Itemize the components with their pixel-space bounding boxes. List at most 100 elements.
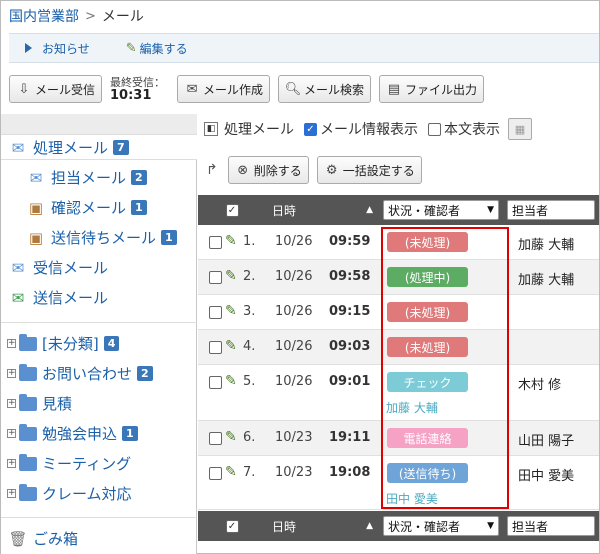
row-date: 10/23 <box>275 465 313 480</box>
row-time[interactable]: 09:58 <box>329 269 370 284</box>
sidebar-item-sent[interactable]: ✉ 送信メール <box>9 287 108 308</box>
row-date: 10/26 <box>275 234 313 249</box>
show-body-label[interactable]: 本文表示 <box>444 119 500 139</box>
assigned-label: 担当メール <box>51 169 127 187</box>
sidebar-folder-meeting[interactable]: + ミーティング <box>7 453 131 474</box>
sort-icon[interactable]: ▲ <box>366 205 373 215</box>
expand-icon[interactable]: + <box>7 459 16 468</box>
show-info-checkbox[interactable]: ✓ <box>304 122 317 136</box>
row-checkbox[interactable] <box>209 271 222 284</box>
row-time[interactable]: 19:08 <box>329 465 370 480</box>
assignee-footer-cell: 担当者 <box>503 516 599 536</box>
search-mail-button[interactable]: 🔍︎ メール検索 <box>278 75 372 103</box>
toolbar: ⇩ メール受信 最終受信： 10:31 ✉ メール作成 🔍︎ メール検索 ▤ フ… <box>9 74 485 104</box>
count-badge: 2 <box>137 366 153 381</box>
row-date: 10/26 <box>275 339 313 354</box>
status-badge[interactable]: (未処理) <box>387 232 468 252</box>
status-filter-select[interactable]: 状況・確認者 ▼ <box>383 200 499 220</box>
table-row[interactable]: ✎ 7. 10/23 19:08 (送信待ち) 田中 愛美 田中 愛美 <box>198 456 599 510</box>
row-number: 2. <box>243 269 256 284</box>
edit-icon[interactable]: ✎ <box>225 429 237 445</box>
edit-icon[interactable]: ✎ <box>225 233 237 249</box>
receive-label: メール受信 <box>35 82 96 97</box>
footer-check-cell: ✓ <box>198 519 266 533</box>
collapse-sidebar-icon[interactable]: ◧ <box>204 122 218 136</box>
assignee-filter-select[interactable]: 担当者 <box>507 516 595 536</box>
row-time[interactable]: 09:15 <box>329 304 370 319</box>
edit-icon[interactable]: ✎ <box>225 338 237 354</box>
chevron-right-icon: > <box>85 8 96 24</box>
table-row[interactable]: ✎ 2. 10/26 09:58 (処理中) 加藤 大輔 <box>198 260 599 295</box>
sidebar-item-assigned[interactable]: ✉ 担当メール 2 <box>27 167 147 188</box>
table-row[interactable]: ✎ 6. 10/23 19:11 電話連絡 山田 陽子 <box>198 421 599 456</box>
row-number: 7. <box>243 465 256 480</box>
status-badge[interactable]: (処理中) <box>387 267 468 287</box>
table-row[interactable]: ✎ 1. 10/26 09:59 (未処理) 加藤 大輔 <box>198 225 599 260</box>
row-time[interactable]: 09:01 <box>329 374 370 389</box>
row-checkbox[interactable] <box>209 341 222 354</box>
sent-label: 送信メール <box>33 289 109 307</box>
status-filter-select[interactable]: 状況・確認者 ▼ <box>383 516 499 536</box>
status-badge[interactable]: 電話連絡 <box>387 428 468 448</box>
row-checkbox[interactable] <box>209 236 222 249</box>
sidebar-item-trash[interactable]: 🗑︎ ごみ箱 <box>8 528 78 549</box>
expand-icon[interactable]: + <box>7 339 16 348</box>
sidebar-folder-seminar[interactable]: + 勉強会申込 1 <box>7 423 138 444</box>
sidebar-folder-quote[interactable]: + 見積 <box>7 393 72 414</box>
date-column-header[interactable]: 日時 ▲ <box>266 202 379 219</box>
expand-icon[interactable]: + <box>7 489 16 498</box>
row-checkbox[interactable] <box>209 306 222 319</box>
row-checkbox[interactable] <box>209 432 222 445</box>
sidebar-item-waiting[interactable]: ▣ 送信待ちメール 1 <box>27 227 177 248</box>
row-checkbox[interactable] <box>209 376 222 389</box>
show-body-checkbox[interactable] <box>428 122 441 136</box>
header-check-cell: ✓ <box>198 203 266 217</box>
row-time[interactable]: 19:11 <box>329 430 370 445</box>
show-info-label[interactable]: メール情報表示 <box>320 119 418 139</box>
row-number: 4. <box>243 339 256 354</box>
folder-icon <box>19 393 37 411</box>
sidebar-folder-complaint[interactable]: + クレーム対応 <box>7 483 132 504</box>
sidebar-item-confirm[interactable]: ▣ 確認メール 1 <box>27 197 147 218</box>
breadcrumb-root-link[interactable]: 国内営業部 <box>9 6 79 26</box>
expand-icon[interactable]: + <box>7 399 16 408</box>
compose-mail-button[interactable]: ✉ メール作成 <box>177 75 271 103</box>
table-row[interactable]: ✎ 4. 10/26 09:03 (未処理) <box>198 330 599 365</box>
select-all-checkbox[interactable]: ✓ <box>225 203 239 217</box>
assignee-header-cell: 担当者 <box>503 200 599 220</box>
status-badge[interactable]: (未処理) <box>387 302 468 322</box>
sidebar-folder-inquiry[interactable]: + お問い合わせ 2 <box>7 363 153 384</box>
waiting-label: 送信待ちメール <box>51 229 157 247</box>
expand-icon[interactable]: + <box>7 429 16 438</box>
status-badge[interactable]: (未処理) <box>387 337 468 357</box>
date-column-header[interactable]: 日時 ▲ <box>266 518 379 535</box>
receive-mail-button[interactable]: ⇩ メール受信 <box>9 75 103 103</box>
status-badge[interactable]: チェック <box>387 372 468 392</box>
sidebar-folder-unsorted[interactable]: + [未分類] 4 <box>7 333 120 354</box>
edit-icon[interactable]: ✎ <box>225 303 237 319</box>
bulk-settings-button[interactable]: ⚙ 一括設定する <box>316 156 422 184</box>
row-checkbox[interactable] <box>209 467 222 480</box>
sidebar-item-processing[interactable]: ✉ 処理メール 7 <box>9 137 129 158</box>
row-time[interactable]: 09:59 <box>329 234 370 249</box>
delete-button[interactable]: ⊗ 削除する <box>227 156 309 184</box>
sort-icon[interactable]: ▲ <box>366 521 373 531</box>
sidebar-item-inbox[interactable]: ✉ 受信メール <box>9 257 108 278</box>
row-date: 10/23 <box>275 430 313 445</box>
select-all-checkbox[interactable]: ✓ <box>225 519 239 533</box>
sidebar: ✉ 処理メール 7 ✉ 担当メール 2 ▣ 確認メール 1 ▣ 送信待ちメール … <box>1 114 197 554</box>
edit-icon[interactable]: ✎ <box>225 464 237 480</box>
table-row[interactable]: ✎ 3. 10/26 09:15 (未処理) <box>198 295 599 330</box>
assignee-filter-select[interactable]: 担当者 <box>507 200 595 220</box>
edit-icon[interactable]: ✎ <box>225 268 237 284</box>
expand-icon[interactable]: + <box>7 369 16 378</box>
notice-link[interactable]: お知らせ <box>25 40 90 57</box>
edit-icon[interactable]: ✎ <box>225 373 237 389</box>
split-view-icon[interactable]: ▦ <box>508 118 532 140</box>
row-time[interactable]: 09:03 <box>329 339 370 354</box>
export-file-button[interactable]: ▤ ファイル出力 <box>379 75 485 103</box>
table-row[interactable]: ✎ 5. 10/26 09:01 チェック 加藤 大輔 木村 修 <box>198 365 599 421</box>
edit-notice-link[interactable]: ✎ 編集する <box>126 40 188 57</box>
sidebar-top-strip <box>1 114 197 134</box>
status-badge[interactable]: (送信待ち) <box>387 463 468 483</box>
